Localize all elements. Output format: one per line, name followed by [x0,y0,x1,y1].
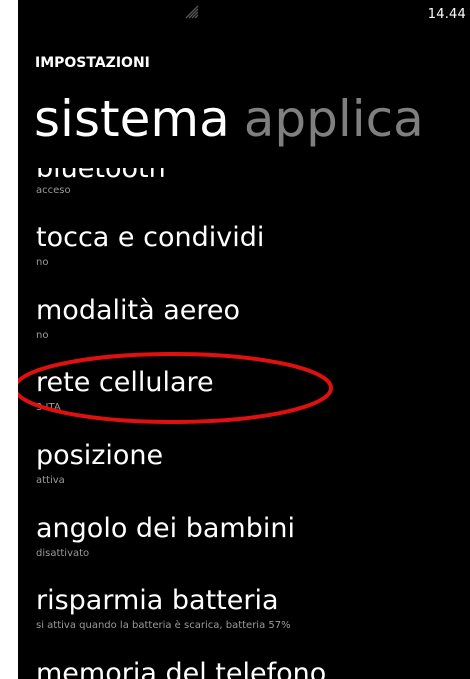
setting-title: angolo dei bambini [36,513,295,544]
clock: 14.44 [427,7,466,22]
pivot-tab-applicazioni[interactable]: applica [244,90,424,148]
setting-title: bluetooth [36,168,166,184]
setting-title: tocca e condividi [36,222,265,253]
setting-item-tocca-e-condividi[interactable]: tocca e condividi no [36,223,470,270]
setting-subtitle: no [36,257,49,268]
setting-item-angolo-dei-bambini[interactable]: angolo dei bambini disattivato [36,514,470,561]
setting-subtitle: si attiva quando la batteria è scarica, … [36,620,291,631]
setting-subtitle: no [36,330,49,341]
pivot-tab-sistema[interactable]: sistema [34,90,230,148]
setting-subtitle: disattivato [36,548,90,559]
setting-item-risparmia-batteria[interactable]: risparmia batteria si attiva quando la b… [36,586,470,633]
setting-subtitle: 3 ITA [36,402,61,413]
setting-title: posizione [36,440,164,471]
setting-subtitle: attiva [36,475,65,486]
settings-list: bluetooth acceso tocca e condividi no mo… [18,168,470,679]
setting-subtitle: acceso [36,185,71,196]
setting-title: rete cellulare [36,367,214,398]
signal-strength-icon [185,5,199,19]
phone-screen: 14.44 IMPOSTAZIONI sistema applica blueto… [18,0,470,679]
setting-item-rete-cellulare[interactable]: rete cellulare 3 ITA [36,368,470,415]
section-title: IMPOSTAZIONI [35,55,150,71]
setting-title: risparmia batteria [36,585,279,616]
pivot-header: sistema applica [34,91,424,147]
setting-item-posizione[interactable]: posizione attiva [36,441,470,488]
setting-item-modalita-aereo[interactable]: modalità aereo no [36,296,470,343]
status-bar: 14.44 [18,0,470,30]
setting-item-bluetooth[interactable]: bluetooth acceso [36,168,470,198]
setting-title: memoria del telefono [36,658,327,679]
setting-item-memoria-del-telefono[interactable]: memoria del telefono [36,659,470,679]
setting-title: modalità aereo [36,295,241,326]
